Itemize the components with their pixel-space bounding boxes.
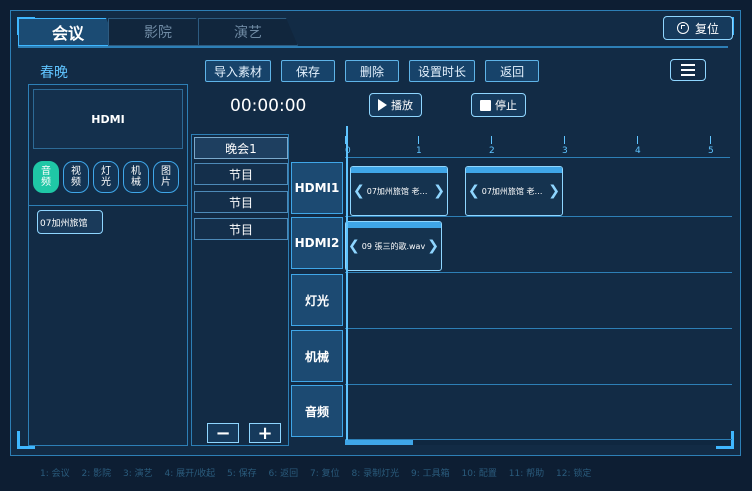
- play-button[interactable]: 播放: [369, 93, 422, 117]
- chevron-right-icon[interactable]: ❯: [431, 183, 447, 199]
- program-list: 晚会1 节目 节目 节目: [191, 134, 289, 446]
- category-image[interactable]: 图片: [153, 161, 179, 193]
- play-label: 播放: [391, 99, 413, 112]
- track-lane-lighting[interactable]: [345, 274, 732, 329]
- stop-button[interactable]: 停止: [471, 93, 526, 117]
- shortcut-item: 10: 配置: [461, 469, 497, 479]
- track-header-hdmi2[interactable]: HDMI2: [291, 217, 343, 269]
- shortcut-item: 12: 锁定: [556, 469, 592, 479]
- tab-performance[interactable]: 演艺: [198, 18, 298, 46]
- ruler-tick-label: 4: [635, 146, 641, 156]
- shortcut-item: 8: 录制灯光: [351, 469, 400, 479]
- timeline-ruler[interactable]: 0 1 2 3 4 5: [345, 126, 730, 158]
- shortcut-item: 5: 保存: [227, 469, 257, 479]
- shortcut-item: 4: 展开/收起: [164, 469, 216, 479]
- ruler-tick: [491, 136, 492, 144]
- reset-label: 复位: [694, 21, 719, 36]
- shortcut-item: 3: 演艺: [123, 469, 153, 479]
- timeline-clip[interactable]: ❮ 07加州旅馆 老鹰... ❯: [465, 166, 563, 216]
- delete-button[interactable]: 删除: [345, 60, 400, 82]
- reset-icon: [676, 22, 689, 34]
- play-icon: [378, 99, 387, 111]
- track-header-hdmi1[interactable]: HDMI1: [291, 162, 343, 214]
- tabs-divider: [18, 46, 728, 48]
- shortcut-item: 9: 工具箱: [411, 469, 450, 479]
- add-program-button[interactable]: +: [249, 423, 281, 444]
- shortcut-item: 1: 会议: [40, 469, 70, 479]
- program-item[interactable]: 节目: [194, 218, 288, 240]
- tab-meeting[interactable]: 会议: [18, 18, 118, 46]
- menu-button[interactable]: [670, 59, 706, 81]
- ruler-tick: [418, 136, 419, 144]
- program-item[interactable]: 晚会1: [194, 137, 288, 159]
- ruler-tick: [637, 136, 638, 144]
- category-filter: 音频 视频 灯光 机械 图片: [33, 161, 179, 193]
- shortcut-item: 2: 影院: [81, 469, 112, 479]
- category-mechanical[interactable]: 机械: [123, 161, 149, 193]
- media-list: 07加州旅馆: [29, 205, 187, 445]
- timeline-clip[interactable]: ❮ 09 張三的歌.wav ❯: [345, 221, 442, 271]
- chevron-left-icon[interactable]: ❮: [346, 238, 362, 254]
- stop-label: 停止: [495, 99, 517, 112]
- stop-icon: [480, 99, 491, 111]
- ruler-tick-label: 3: [562, 146, 568, 156]
- program-item[interactable]: 节目: [194, 191, 288, 213]
- import-media-button[interactable]: 导入素材: [205, 60, 272, 82]
- track-header-lighting[interactable]: 灯光: [291, 274, 343, 326]
- playhead[interactable]: [346, 126, 348, 444]
- category-audio[interactable]: 音频: [33, 161, 59, 193]
- shortcut-item: 6: 返回: [268, 469, 299, 479]
- shortcut-item: 7: 复位: [310, 469, 340, 479]
- clip-label: 09 張三的歌.wav: [361, 241, 426, 251]
- scrollbar-thumb[interactable]: [345, 440, 413, 445]
- toolbar: 导入素材 保存 删除 设置时长 返回: [205, 60, 540, 82]
- save-button[interactable]: 保存: [281, 60, 336, 82]
- tab-cinema[interactable]: 影院: [108, 18, 208, 46]
- ruler-tick-label: 5: [708, 146, 714, 156]
- category-video[interactable]: 视频: [63, 161, 89, 193]
- clip-label: 07加州旅馆 老鹰...: [366, 186, 432, 196]
- track-header-mechanical[interactable]: 机械: [291, 330, 343, 382]
- shortcut-bar: 1: 会议 2: 影院 3: 演艺 4: 展开/收起 5: 保存 6: 返回 7…: [40, 466, 600, 479]
- shortcut-item: 11: 帮助: [508, 469, 545, 479]
- ruler-tick: [710, 136, 711, 144]
- category-lighting[interactable]: 灯光: [93, 161, 119, 193]
- clip-label: 07加州旅馆 老鹰...: [481, 186, 547, 196]
- timeline-scrollbar[interactable]: [345, 440, 730, 445]
- menu-icon: [681, 64, 695, 66]
- timeline-clip[interactable]: ❮ 07加州旅馆 老鹰... ❯: [350, 166, 448, 216]
- timecode-display: 00:00:00: [230, 96, 307, 116]
- ruler-tick-label: 1: [416, 146, 422, 156]
- set-duration-button[interactable]: 设置时长: [409, 60, 476, 82]
- track-lane-audio[interactable]: [345, 385, 732, 440]
- ruler-tick: [564, 136, 565, 144]
- chevron-right-icon[interactable]: ❯: [546, 183, 562, 199]
- chevron-left-icon[interactable]: ❮: [351, 183, 367, 199]
- track-lane-mechanical[interactable]: [345, 330, 732, 385]
- mode-tabs: 会议 影院 演艺: [18, 18, 298, 46]
- chevron-left-icon[interactable]: ❮: [466, 183, 482, 199]
- program-item[interactable]: 节目: [194, 163, 288, 185]
- preview-window: HDMI: [33, 89, 183, 149]
- media-panel: HDMI 音频 视频 灯光 机械 图片 07加州旅馆: [28, 84, 188, 446]
- reset-button[interactable]: 复位: [663, 16, 733, 40]
- ruler-tick-label: 2: [489, 146, 495, 156]
- remove-program-button[interactable]: −: [207, 423, 239, 444]
- chevron-right-icon[interactable]: ❯: [425, 238, 441, 254]
- back-button[interactable]: 返回: [485, 60, 540, 82]
- track-header-audio[interactable]: 音频: [291, 385, 343, 437]
- page-title: 春晚: [40, 65, 68, 81]
- media-item[interactable]: 07加州旅馆: [37, 210, 103, 234]
